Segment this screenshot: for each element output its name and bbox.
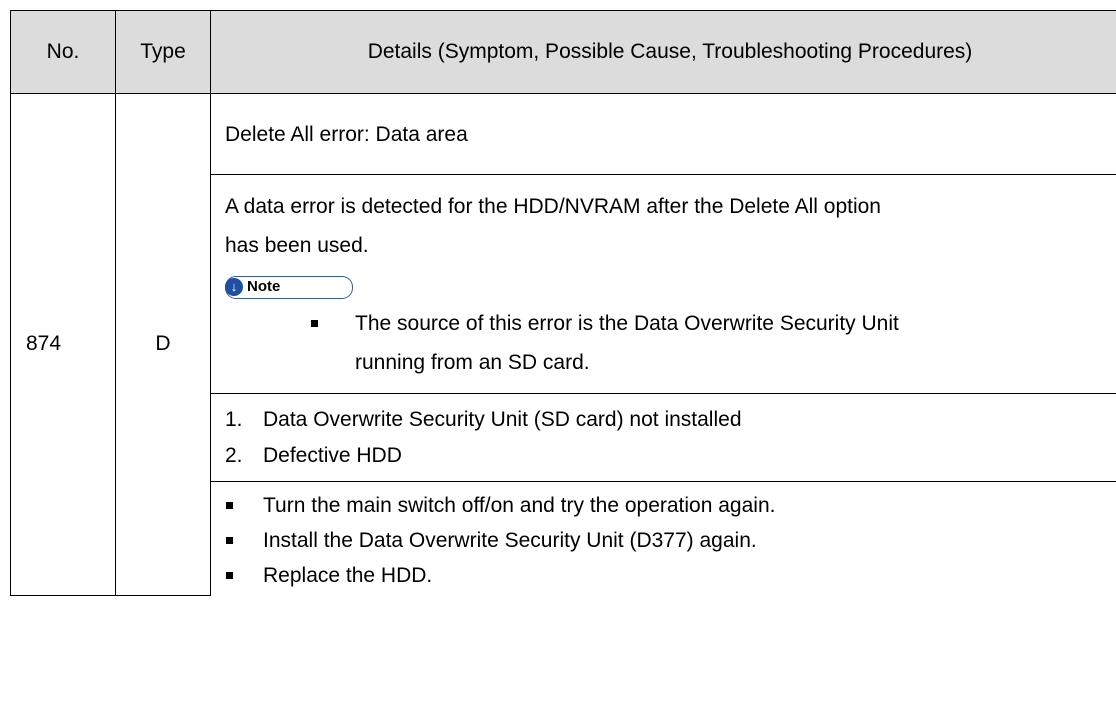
note-line-1: The source of this error is the Data Ove…: [355, 312, 899, 335]
down-arrow-circle-icon: ↓: [225, 278, 243, 296]
note-badge: ↓ Note: [225, 275, 354, 299]
page: No. Type Details (Symptom, Possible Caus…: [0, 0, 1116, 708]
bullet-square-icon: [226, 537, 233, 544]
header-type: Type: [115, 10, 211, 94]
symptom-line-1: A data error is detected for the HDD/NVR…: [225, 195, 881, 218]
table-row: 874 D Delete All error: Data area: [10, 93, 1116, 596]
list-item: Install the Data Overwrite Security Unit…: [225, 523, 1116, 558]
cause-number: 2.: [225, 443, 243, 467]
sc-type: D: [115, 93, 211, 596]
table-header-row: No. Type Details (Symptom, Possible Caus…: [10, 10, 1116, 94]
procedure-cell: Turn the main switch off/on and try the …: [210, 481, 1116, 595]
bullet-square-icon: [311, 320, 318, 327]
procedure-text: Replace the HDD.: [263, 564, 433, 587]
procedure-text: Install the Data Overwrite Security Unit…: [263, 529, 757, 552]
list-item: 2. Defective HDD: [225, 438, 1116, 474]
cause-number: 1.: [225, 407, 243, 431]
cause-text: Data Overwrite Security Unit (SD card) n…: [263, 407, 742, 431]
note-item: The source of this error is the Data Ove…: [311, 304, 1116, 382]
list-item: Replace the HDD.: [225, 558, 1116, 593]
header-no: No.: [10, 10, 116, 94]
symptom-line-2: has been used.: [225, 234, 369, 257]
list-item: 1. Data Overwrite Security Unit (SD card…: [225, 402, 1116, 438]
bullet-square-icon: [226, 502, 233, 509]
note-label: Note: [247, 278, 281, 295]
list-item: Turn the main switch off/on and try the …: [225, 488, 1116, 523]
symptom-cell: A data error is detected for the HDD/NVR…: [210, 174, 1116, 394]
bullet-square-icon: [226, 572, 233, 579]
sc-number: 874: [10, 93, 116, 596]
note-list: The source of this error is the Data Ove…: [311, 304, 1116, 382]
header-details: Details (Symptom, Possible Cause, Troubl…: [210, 10, 1116, 94]
cause-text: Defective HDD: [263, 443, 402, 467]
note-line-2: running from an SD card.: [355, 351, 590, 374]
cause-cell: 1. Data Overwrite Security Unit (SD card…: [210, 393, 1116, 482]
sc-code-table: No. Type Details (Symptom, Possible Caus…: [10, 10, 1116, 596]
error-title: Delete All error: Data area: [210, 93, 1116, 175]
procedure-text: Turn the main switch off/on and try the …: [263, 494, 776, 517]
